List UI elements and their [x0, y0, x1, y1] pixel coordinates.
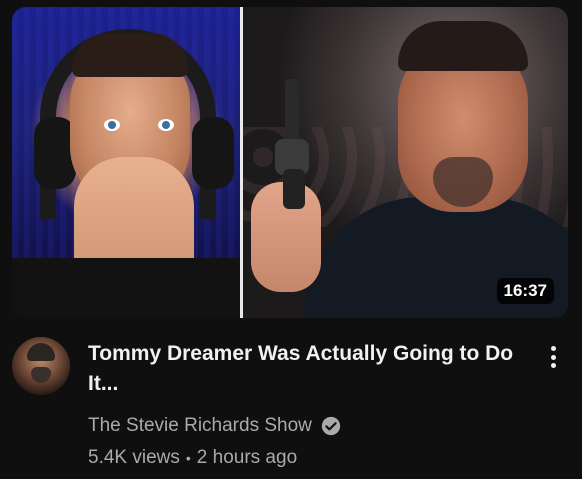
eye-left	[104, 119, 120, 131]
video-card[interactable]: 16:37 Tommy Dreamer Was Actually Going t…	[0, 0, 582, 479]
thumbnail-right-panel	[243, 7, 568, 318]
hair-left	[72, 33, 188, 77]
shirt-left	[12, 258, 240, 318]
thumbnail-left-panel	[12, 7, 240, 318]
headphone-ear-right	[192, 117, 234, 189]
menu-dot	[550, 363, 556, 368]
metadata-separator: •	[185, 450, 191, 466]
menu-dot	[550, 346, 556, 351]
check-circle-icon	[321, 416, 341, 436]
channel-name-row[interactable]: The Stevie Richards Show	[88, 415, 342, 437]
hair-right	[398, 21, 528, 71]
channel-name[interactable]: The Stevie Richards Show	[88, 415, 312, 437]
more-vert-icon[interactable]	[540, 342, 566, 372]
revolver-graphic	[271, 79, 311, 209]
video-title[interactable]: Tommy Dreamer Was Actually Going to Do I…	[88, 339, 533, 399]
menu-dot	[550, 354, 556, 360]
channel-avatar[interactable]	[12, 337, 70, 395]
duration-badge: 16:37	[496, 278, 554, 304]
video-metadata: 5.4K views • 2 hours ago	[88, 447, 297, 469]
view-count: 5.4K views	[88, 447, 180, 468]
upload-age: 2 hours ago	[196, 447, 298, 468]
eye-right	[158, 119, 174, 131]
video-thumbnail[interactable]: 16:37	[12, 7, 568, 318]
gun-grip	[283, 169, 305, 209]
